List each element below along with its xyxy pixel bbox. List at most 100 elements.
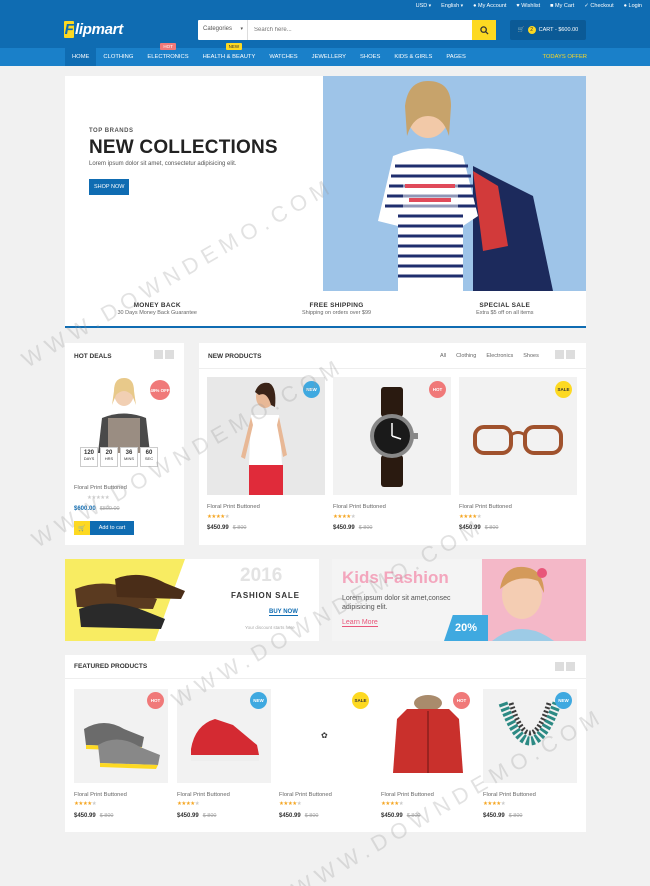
prev-arrow-icon[interactable] <box>154 350 163 359</box>
wishlist-label: Wishlist <box>521 3 541 9</box>
feature-sub: 30 Days Money Back Guarantee <box>117 310 198 316</box>
login-label: Login <box>628 3 642 9</box>
old-price: $ 800 <box>406 813 421 819</box>
nav-pages[interactable]: PAGES <box>439 48 473 66</box>
price-value: $450.99 <box>177 813 199 819</box>
tab-clothing[interactable]: Clothing <box>456 353 476 359</box>
buy-now-link[interactable]: BUY NOW <box>269 609 298 616</box>
product-name[interactable]: Floral Print Buttoned <box>333 504 386 510</box>
my-account-link[interactable]: ● My Account <box>473 3 506 9</box>
product-name[interactable]: Floral Print Buttoned <box>74 792 127 798</box>
todays-offer-link[interactable]: TODAYS OFFER <box>542 48 587 66</box>
product-name[interactable]: Floral Print Buttoned <box>381 792 434 798</box>
nav-watches[interactable]: WATCHES <box>262 48 304 66</box>
old-price: $ 800 <box>304 813 319 819</box>
product-name[interactable]: Floral Print Buttoned <box>459 504 512 510</box>
add-to-cart-button[interactable]: Add to cart <box>90 521 134 535</box>
search-button[interactable] <box>472 20 496 40</box>
nav-home[interactable]: HOME <box>65 48 97 66</box>
product-price: $450.99 $ 800 <box>177 813 216 819</box>
price-value: $450.99 <box>333 525 355 531</box>
hot-deals-panel: HOT DEALS 49% OFF 120 DAYS 20 HRS 36 MINS 6… <box>65 343 184 545</box>
learn-more-link[interactable]: Learn More <box>342 619 378 627</box>
product-rating: ★★★★★ <box>74 801 97 807</box>
next-arrow-icon[interactable] <box>165 350 174 359</box>
feature-title: MONEY BACK <box>133 302 181 309</box>
feature-sub: Extra $5 off on all items <box>476 310 534 316</box>
tab-shoes[interactable]: Shoes <box>523 353 539 359</box>
checkout-link[interactable]: ✓ Checkout <box>584 3 613 9</box>
price-value: $450.99 <box>459 525 481 531</box>
discount-badge: 49% OFF <box>150 380 170 400</box>
add-to-cart-group: 🛒 Add to cart <box>74 521 134 535</box>
checkout-label: Checkout <box>590 3 614 9</box>
hot-deal-price: $600.00 $800.00 <box>74 506 120 512</box>
hero-caption: TOP BRANDS NEW COLLECTIONS Lorem ipsum d… <box>89 128 278 195</box>
new-products-arrows <box>555 350 575 359</box>
nav-health-label: HEALTH & BEAUTY <box>202 54 256 60</box>
tab-electronics[interactable]: Electronics <box>486 353 513 359</box>
product-rating: ★★★★★ <box>279 801 302 807</box>
product-name[interactable]: Floral Print Buttoned <box>177 792 230 798</box>
divider <box>65 678 586 679</box>
product-name[interactable]: Floral Print Buttoned <box>207 504 260 510</box>
tab-all[interactable]: All <box>440 353 446 359</box>
login-link[interactable]: ● Login <box>624 3 642 9</box>
next-arrow-icon[interactable] <box>566 350 575 359</box>
nav-jewellery[interactable]: JEWELLERY <box>305 48 353 66</box>
wishlist-link[interactable]: ♥ Wishlist <box>516 3 540 9</box>
next-arrow-icon[interactable] <box>566 662 575 671</box>
hot-deal-name[interactable]: Floral Print Buttoned <box>74 485 127 491</box>
new-products-panel: NEW PRODUCTS All Clothing Electronics Sh… <box>199 343 586 545</box>
search-icon <box>479 25 489 35</box>
nav-electronics[interactable]: HOT ELECTRONICS <box>140 43 195 66</box>
cart-total: CART - $600.00 <box>538 27 579 33</box>
banner-small-text: Your discount starts here <box>245 625 295 630</box>
featured-title: FEATURED PRODUCTS <box>74 663 148 670</box>
new-products-tabs: All Clothing Electronics Shoes <box>440 353 539 359</box>
nav-clothing[interactable]: CLOTHING <box>96 48 140 66</box>
product-name[interactable]: Floral Print Buttoned <box>279 792 332 798</box>
hero-subtitle: TOP BRANDS <box>89 128 134 134</box>
my-cart-label: My Cart <box>555 3 575 9</box>
old-price: $ 800 <box>202 813 217 819</box>
old-price: $ 800 <box>358 525 373 531</box>
product-rating: ★★★★★ <box>177 801 200 807</box>
product-badge: HOT <box>429 381 446 398</box>
product-rating: ★★★★★ <box>207 514 230 520</box>
product-badge: NEW <box>303 381 320 398</box>
cart-icon[interactable]: 🛒 <box>74 521 90 535</box>
product-badge: SALE <box>555 381 572 398</box>
shop-now-button[interactable]: SHOP NOW <box>89 179 130 195</box>
timer-hours: 20 HRS <box>100 447 118 467</box>
nav-kids-girls[interactable]: KIDS & GIRLS <box>387 48 439 66</box>
feature-title: FREE SHIPPING <box>309 302 364 309</box>
kids-banner-title: Kids Fashion <box>342 568 449 587</box>
old-price: $800.00 <box>99 506 120 512</box>
loading-icon: ✿ <box>321 731 328 740</box>
prev-arrow-icon[interactable] <box>555 662 564 671</box>
product-name[interactable]: Floral Print Buttoned <box>483 792 536 798</box>
feature-special-sale: SPECIAL SALE Extra $5 off on all items <box>476 302 533 316</box>
nav-shoes[interactable]: SHOES <box>353 48 387 66</box>
feature-free-shipping: FREE SHIPPING Shipping on orders over $99 <box>302 302 371 316</box>
kids-fashion-banner[interactable]: Kids Fashion Lorem ipsum dolor sit amet,… <box>332 559 586 641</box>
fashion-sale-banner[interactable]: 2016 FASHION SALE BUY NOW Your discount … <box>65 559 319 641</box>
product-price: $450.99 $ 800 <box>279 813 318 819</box>
product-price: $450.99 $ 800 <box>74 813 113 819</box>
product-badge: SALE <box>352 692 369 709</box>
hero-image <box>323 76 586 291</box>
search-bar: Categories <box>198 20 496 40</box>
language-select[interactable]: English <box>441 3 463 9</box>
cart-button[interactable]: 🛒 2 CART - $600.00 <box>510 20 586 40</box>
category-select[interactable]: Categories <box>198 20 248 40</box>
currency-select[interactable]: USD <box>416 3 432 9</box>
prev-arrow-icon[interactable] <box>555 350 564 359</box>
my-cart-link[interactable]: ■ My Cart <box>550 3 574 9</box>
product-rating: ★★★★★ <box>333 514 356 520</box>
search-input[interactable] <box>248 20 472 40</box>
banner-year: 2016 <box>240 565 283 586</box>
features-row: MONEY BACK 30 Days Money Back Guarantee F… <box>65 302 586 316</box>
nav-health-beauty[interactable]: NEW HEALTH & BEAUTY <box>196 43 263 66</box>
logo[interactable]: Flipmart <box>64 21 123 38</box>
